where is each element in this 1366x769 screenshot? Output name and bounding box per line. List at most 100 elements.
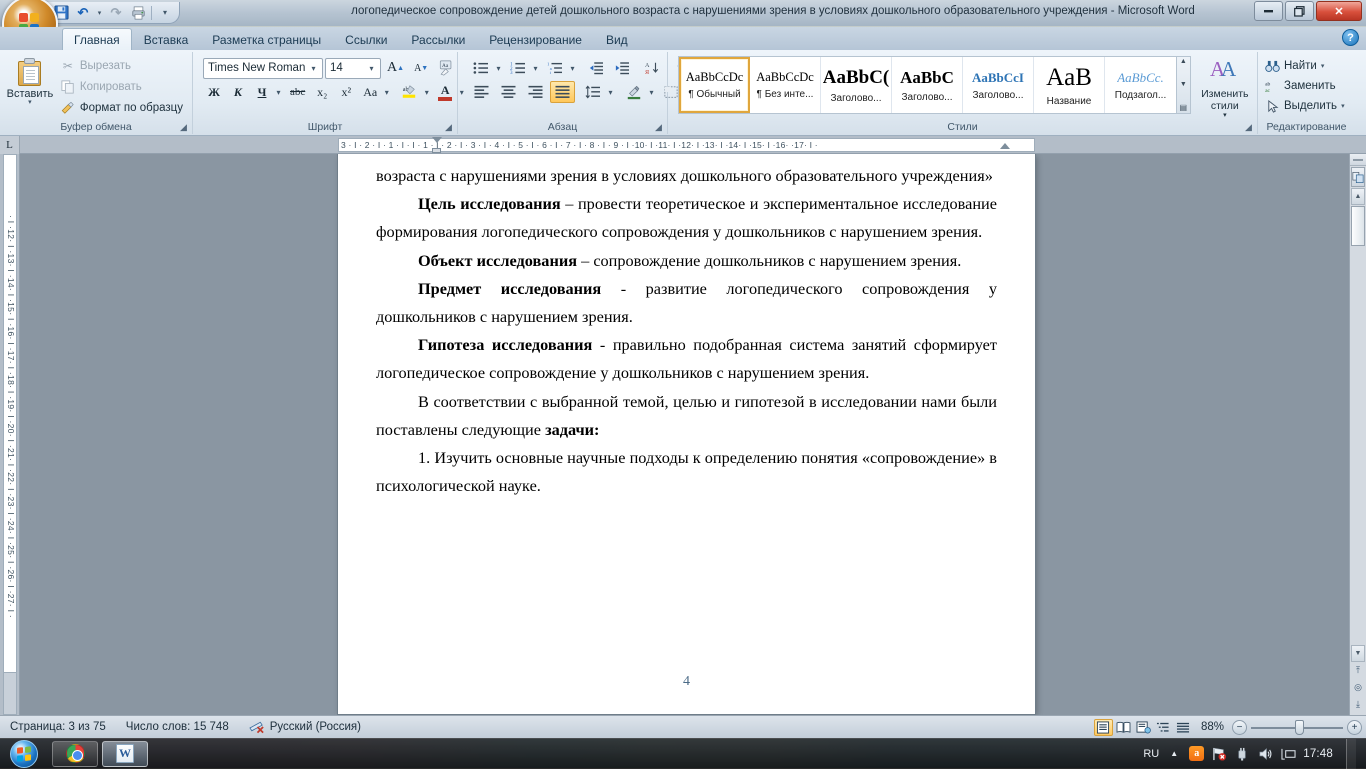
- quick-access-toolbar[interactable]: ↶ ▾ ↷ ▾: [44, 2, 180, 24]
- change-styles-button[interactable]: AA Изменить стили ▾: [1197, 56, 1253, 120]
- styles-more-icon[interactable]: ▤: [1180, 103, 1188, 112]
- tab-stop-selector[interactable]: L: [0, 136, 20, 154]
- underline-dropdown-icon[interactable]: ▾: [273, 88, 284, 97]
- styles-dialog-launcher[interactable]: ◢: [1243, 122, 1254, 133]
- left-indent-box-marker[interactable]: [432, 148, 441, 153]
- tab-insert[interactable]: Вставка: [132, 28, 201, 50]
- subscript-button[interactable]: x₂: [311, 81, 333, 103]
- zoom-slider-thumb[interactable]: [1295, 720, 1304, 735]
- print-icon[interactable]: [128, 4, 148, 22]
- bullet-list-dropdown-icon[interactable]: ▾: [493, 64, 504, 73]
- tray-clock[interactable]: 17:48: [1303, 748, 1333, 760]
- select-browse-object-button[interactable]: ◎: [1351, 680, 1366, 695]
- document-body[interactable]: возраста с нарушениями зрения в условиях…: [376, 154, 997, 500]
- multilevel-list-button[interactable]: 1ai: [543, 57, 567, 79]
- document-page[interactable]: возраста с нарушениями зрения в условиях…: [338, 154, 1035, 714]
- power-plug-icon[interactable]: [1234, 746, 1250, 762]
- select-dropdown-icon[interactable]: ▾: [1341, 102, 1345, 110]
- tab-mailings[interactable]: Рассылки: [399, 28, 477, 50]
- find-button[interactable]: Найти ▾: [1262, 56, 1329, 76]
- paste-dropdown-icon[interactable]: ▾: [28, 100, 32, 106]
- text-highlight-button[interactable]: ab: [397, 81, 421, 103]
- sort-button[interactable]: AЯ: [640, 57, 664, 79]
- redo-icon[interactable]: ↷: [106, 4, 126, 22]
- view-draft-button[interactable]: [1174, 719, 1193, 736]
- network-monitor-icon[interactable]: [1280, 746, 1296, 762]
- font-color-button[interactable]: A: [434, 81, 456, 103]
- show-desktop-button[interactable]: [1346, 739, 1356, 769]
- view-full-screen-reading-button[interactable]: [1114, 719, 1133, 736]
- undo-icon[interactable]: ↶: [73, 4, 93, 22]
- zoom-in-button[interactable]: +: [1347, 720, 1362, 735]
- numbered-list-button[interactable]: 123: [506, 57, 530, 79]
- undo-dropdown-icon[interactable]: ▾: [95, 4, 104, 22]
- browse-object-button[interactable]: [1351, 167, 1365, 187]
- tray-language[interactable]: RU: [1143, 748, 1159, 760]
- highlight-dropdown-icon[interactable]: ▾: [421, 88, 432, 97]
- view-web-layout-button[interactable]: [1134, 719, 1153, 736]
- right-indent-marker[interactable]: [1000, 143, 1010, 149]
- font-dialog-launcher[interactable]: ◢: [443, 122, 454, 133]
- align-left-button[interactable]: [469, 81, 494, 103]
- zoom-level-label[interactable]: 88%: [1197, 721, 1228, 733]
- align-justify-button[interactable]: [550, 81, 575, 103]
- style-item-heading-2[interactable]: AaBbC Заголово...: [892, 57, 963, 113]
- copy-button[interactable]: Копировать: [58, 77, 188, 97]
- page-canvas[interactable]: возраста с нарушениями зрения в условиях…: [20, 154, 1349, 715]
- find-dropdown-icon[interactable]: ▾: [1321, 62, 1325, 70]
- multilevel-list-dropdown-icon[interactable]: ▾: [567, 64, 578, 73]
- tab-view[interactable]: Вид: [594, 28, 640, 50]
- styles-scroll-up-icon[interactable]: ▲: [1180, 58, 1187, 65]
- vertical-ruler[interactable]: · I ·12· I ·13· I ·14· I ·15· I ·16· I ·…: [0, 154, 20, 715]
- style-item-normal[interactable]: AaBbCcDc ¶ Обычный: [679, 57, 750, 113]
- zoom-slider[interactable]: [1251, 720, 1343, 735]
- restore-button[interactable]: [1285, 1, 1314, 21]
- superscript-button[interactable]: x²: [335, 81, 357, 103]
- start-button[interactable]: [0, 739, 48, 769]
- grow-font-button[interactable]: A▲: [383, 57, 408, 79]
- bold-button[interactable]: Ж: [203, 81, 225, 103]
- close-button[interactable]: ✕: [1316, 1, 1362, 21]
- minimize-button[interactable]: [1254, 1, 1283, 21]
- status-word-count[interactable]: Число слов: 15 748: [116, 716, 239, 739]
- help-icon[interactable]: ?: [1342, 29, 1359, 46]
- paste-button[interactable]: Вставить ▾: [4, 56, 56, 106]
- shrink-font-button[interactable]: A▼: [410, 57, 432, 79]
- styles-gallery[interactable]: AaBbCcDc ¶ Обычный AaBbCcDc ¶ Без инте..…: [678, 56, 1177, 114]
- proofing-errors-icon[interactable]: [249, 719, 265, 735]
- tab-review[interactable]: Рецензирование: [477, 28, 594, 50]
- ruler-track[interactable]: 3 · I · 2 · I · 1 · I · I · 1 · I · 2 · …: [338, 138, 1035, 152]
- bullet-list-button[interactable]: [469, 57, 493, 79]
- volume-icon[interactable]: [1257, 746, 1273, 762]
- font-size-arrow[interactable]: ▾: [365, 64, 378, 73]
- style-item-heading-3[interactable]: AaBbCcI Заголово...: [963, 57, 1034, 113]
- clipboard-dialog-launcher[interactable]: ◢: [178, 122, 189, 133]
- status-language[interactable]: Русский (Россия): [239, 716, 371, 739]
- change-case-dropdown-icon[interactable]: ▾: [381, 88, 392, 97]
- network-error-flag-icon[interactable]: [1211, 746, 1227, 762]
- styles-gallery-scrollbar[interactable]: ▲ ▼ ▤: [1177, 56, 1191, 114]
- format-painter-button[interactable]: Формат по образцу: [58, 98, 188, 118]
- vertical-scrollbar[interactable]: ▲ ▼ ⤒ ◎ ⤓: [1349, 154, 1366, 715]
- numbered-list-dropdown-icon[interactable]: ▾: [530, 64, 541, 73]
- scroll-down-arrow[interactable]: ▼: [1351, 645, 1365, 662]
- view-print-layout-button[interactable]: [1094, 719, 1113, 736]
- first-line-indent-marker[interactable]: [432, 137, 442, 143]
- shading-button[interactable]: [622, 81, 646, 103]
- tab-page-layout[interactable]: Разметка страницы: [200, 28, 333, 50]
- taskbar-item-word[interactable]: W: [102, 741, 148, 767]
- style-item-title[interactable]: AaB Название: [1034, 57, 1105, 113]
- view-outline-button[interactable]: [1154, 719, 1173, 736]
- align-center-button[interactable]: [496, 81, 521, 103]
- split-window-handle[interactable]: [1350, 154, 1366, 166]
- increase-indent-button[interactable]: [610, 57, 634, 79]
- show-hidden-icons-icon[interactable]: ▲: [1166, 746, 1182, 762]
- strikethrough-button[interactable]: abc: [286, 81, 309, 103]
- line-spacing-button[interactable]: [581, 81, 605, 103]
- line-spacing-dropdown-icon[interactable]: ▾: [605, 88, 616, 97]
- clear-formatting-button[interactable]: Aa: [434, 57, 459, 79]
- tab-references[interactable]: Ссылки: [333, 28, 399, 50]
- change-case-button[interactable]: Aa: [359, 81, 381, 103]
- avast-icon[interactable]: a: [1189, 746, 1204, 761]
- status-page-number[interactable]: Страница: 3 из 75: [0, 716, 116, 739]
